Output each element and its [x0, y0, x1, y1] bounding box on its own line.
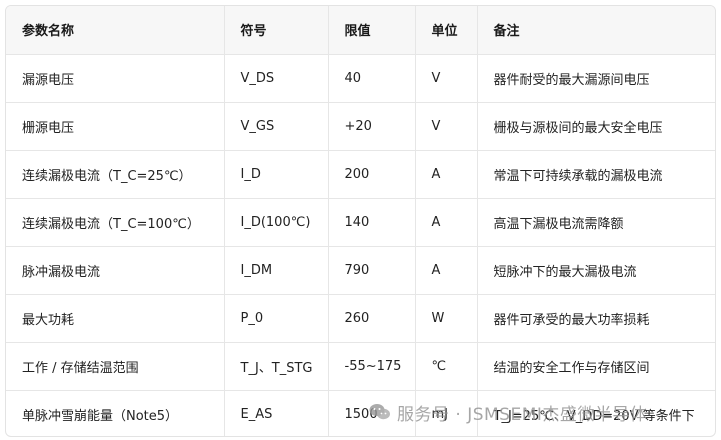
cell-symbol: I_D [224, 150, 329, 199]
cell-limit: 1500 [328, 390, 416, 436]
cell-unit: W [415, 294, 478, 343]
table-row: 单脉冲雪崩能量（Note5） E_AS 1500 mJ T_J=25℃、V_DD=20V… [6, 390, 715, 436]
cell-unit: ℃ [415, 342, 478, 391]
cell-unit: V [415, 54, 478, 103]
cell-unit: A [415, 246, 478, 295]
header-remark: 备注 [477, 6, 715, 55]
header-symbol: 符号 [224, 6, 329, 55]
table-row: 连续漏极电流（T_C=100℃） I_D(100℃) 140 A 高温下漏极电流需降额 [6, 198, 715, 247]
header-limit: 限值 [328, 6, 416, 55]
cell-remark: 高温下漏极电流需降额 [477, 198, 715, 247]
cell-symbol: V_DS [224, 54, 329, 103]
table-body: 漏源电压 V_DS 40 V 器件耐受的最大漏源间电压 栅源电压 V_GS +20 V 栅极与源极… [6, 54, 715, 436]
cell-unit: A [415, 198, 478, 247]
cell-remark: T_J=25℃、V_DD=20V 等条件下 [493, 408, 695, 424]
cell-symbol: T_J、T_STG [224, 342, 329, 391]
cell-remark: 结温的安全工作与存储区间 [477, 342, 715, 391]
cell-limit: 260 [328, 294, 416, 343]
cell-param-name: 单脉冲雪崩能量（Note5） [6, 390, 225, 436]
cell-limit: 200 [328, 150, 416, 199]
table-row: 栅源电压 V_GS +20 V 栅极与源极间的最大安全电压 [6, 102, 715, 151]
header-param-name: 参数名称 [6, 6, 225, 55]
table-row: 漏源电压 V_DS 40 V 器件耐受的最大漏源间电压 [6, 54, 715, 103]
cell-remark: 常温下可持续承载的漏极电流 [477, 150, 715, 199]
cell-limit: 140 [328, 198, 416, 247]
cell-unit: A [415, 150, 478, 199]
cell-param-name: 脉冲漏极电流 [6, 246, 225, 295]
table-row: 脉冲漏极电流 I_DM 790 A 短脉冲下的最大漏极电流 [6, 246, 715, 295]
cell-remark: 栅极与源极间的最大安全电压 [477, 102, 715, 151]
cell-unit: V [415, 102, 478, 151]
cell-param-name: 漏源电压 [6, 54, 225, 103]
parameter-table: 参数名称 符号 限值 单位 备注 漏源电压 V_DS 40 V 器件耐受的最大漏源间电压… [6, 6, 715, 436]
cell-param-name: 连续漏极电流（T_C=100℃） [6, 198, 225, 247]
cell-symbol: V_GS [224, 102, 329, 151]
cell-param-name: 连续漏极电流（T_C=25℃） [6, 150, 225, 199]
cell-limit: 40 [328, 54, 416, 103]
table-row: 工作 / 存储结温范围 T_J、T_STG -55~175 ℃ 结温的安全工作与存储区间 [6, 342, 715, 391]
parameter-table-container: 参数名称 符号 限值 单位 备注 漏源电压 V_DS 40 V 器件耐受的最大漏源间电压… [5, 5, 716, 437]
cell-unit: mJ [415, 390, 478, 436]
cell-limit: 790 [328, 246, 416, 295]
header-unit: 单位 [415, 6, 478, 55]
cell-remark: 器件可承受的最大功率损耗 [477, 294, 715, 343]
cell-symbol: I_DM [224, 246, 329, 295]
cell-symbol: P_0 [224, 294, 329, 343]
table-row: 连续漏极电流（T_C=25℃） I_D 200 A 常温下可持续承载的漏极电流 [6, 150, 715, 199]
cell-limit: -55~175 [328, 342, 416, 391]
cell-limit: +20 [328, 102, 416, 151]
cell-remark: 短脉冲下的最大漏极电流 [477, 246, 715, 295]
cell-symbol: I_D(100℃) [224, 198, 329, 247]
cell-symbol: E_AS [224, 390, 329, 436]
cell-param-name: 栅源电压 [6, 102, 225, 151]
table-header-row: 参数名称 符号 限值 单位 备注 [6, 6, 715, 55]
table-row: 最大功耗 P_0 260 W 器件可承受的最大功率损耗 [6, 294, 715, 343]
cell-param-name: 最大功耗 [6, 294, 225, 343]
cell-param-name: 工作 / 存储结温范围 [6, 342, 225, 391]
cell-remark: 器件耐受的最大漏源间电压 [477, 54, 715, 103]
